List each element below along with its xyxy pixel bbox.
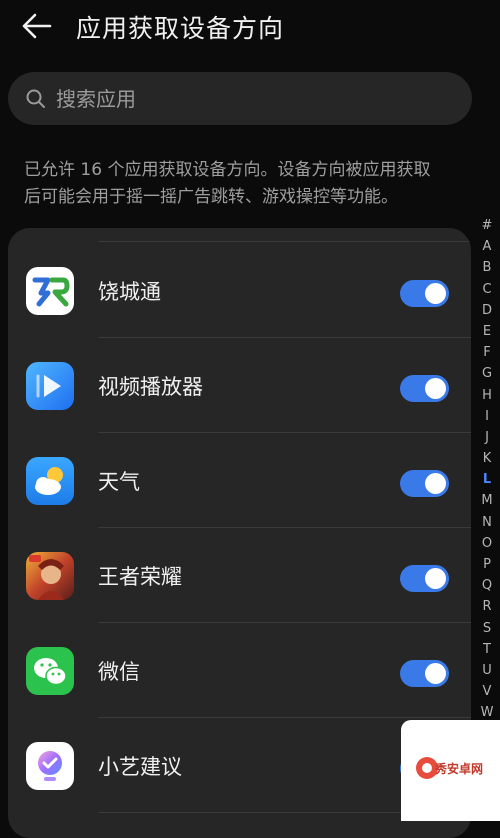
index-letter[interactable]: V [479,681,495,702]
app-name: 王者荣耀 [98,565,182,589]
search-icon [26,89,45,108]
index-letter[interactable]: N [479,512,495,533]
list-item-video-player[interactable]: 视频播放器 [8,338,471,433]
index-letter[interactable]: R [479,596,495,617]
list-item-honor-of-kings[interactable]: 王者荣耀 [8,528,471,623]
list-divider [98,241,471,242]
index-letter[interactable]: B [479,257,495,278]
app-name: 小艺建议 [98,755,182,779]
search-input[interactable] [54,81,458,117]
index-letter[interactable]: L [479,469,495,490]
index-letter[interactable]: M [479,490,495,511]
toggle-knob [425,283,446,304]
index-letter[interactable]: F [479,342,495,363]
index-letter[interactable]: U [479,660,495,681]
list-item-wechat[interactable]: 微信 [8,623,471,718]
watermark-text: 秀安卓网 [435,762,484,776]
orientation-toggle[interactable] [400,565,449,592]
index-letter[interactable]: Q [479,575,495,596]
list-item-raochengtong[interactable]: 饶城通 [8,243,471,338]
video-player-app-icon [26,362,74,410]
app-name: 饶城通 [98,280,161,304]
index-letter[interactable]: O [479,533,495,554]
toggle-knob [425,473,446,494]
index-letter[interactable]: D [479,300,495,321]
orientation-toggle[interactable] [400,660,449,687]
orientation-toggle[interactable] [400,280,449,307]
description-line-2: 后可能会用于摇一摇广告跳转、游戏操控等功能。 [24,187,398,207]
index-letter[interactable]: C [479,279,495,300]
header-bar: 应用获取设备方向 [0,0,500,56]
description-line-1: 已允许 16 个应用获取设备方向。设备方向被应用获取 [24,160,431,180]
index-letter[interactable]: E [479,321,495,342]
index-letter[interactable]: J [479,427,495,448]
index-letter[interactable]: T [479,639,495,660]
toggle-knob [425,378,446,399]
index-letter[interactable]: P [479,554,495,575]
index-letter[interactable]: K [479,448,495,469]
raochengtong-app-icon [26,267,74,315]
app-name: 视频播放器 [98,375,203,399]
app-name: 微信 [98,660,140,684]
index-letter[interactable]: # [479,215,495,236]
index-letter[interactable]: H [479,385,495,406]
toggle-knob [425,663,446,684]
weather-app-icon [26,457,74,505]
index-letter[interactable]: S [479,618,495,639]
index-letter[interactable]: A [479,236,495,257]
watermark: 秀安卓网 [401,720,500,821]
arrow-left-icon [22,13,52,39]
honor-of-kings-app-icon [26,552,74,600]
index-letter[interactable]: G [479,363,495,384]
xiaoyi-suggestion-app-icon [26,742,74,790]
list-item-weather[interactable]: 天气 [8,433,471,528]
app-name: 天气 [98,470,140,494]
search-bar[interactable] [8,72,472,125]
back-button[interactable] [20,8,60,44]
permission-description: 已允许 16 个应用获取设备方向。设备方向被应用获取 后可能会用于摇一摇广告跳转… [24,157,472,211]
toggle-knob [425,568,446,589]
index-letter[interactable]: I [479,406,495,427]
orientation-toggle[interactable] [400,375,449,402]
page-title: 应用获取设备方向 [76,14,285,43]
alphabet-index[interactable]: # A B C D E F G H I J K L M N O P Q R S T U V W [477,215,497,724]
orientation-toggle[interactable] [400,470,449,497]
wechat-app-icon [26,647,74,695]
